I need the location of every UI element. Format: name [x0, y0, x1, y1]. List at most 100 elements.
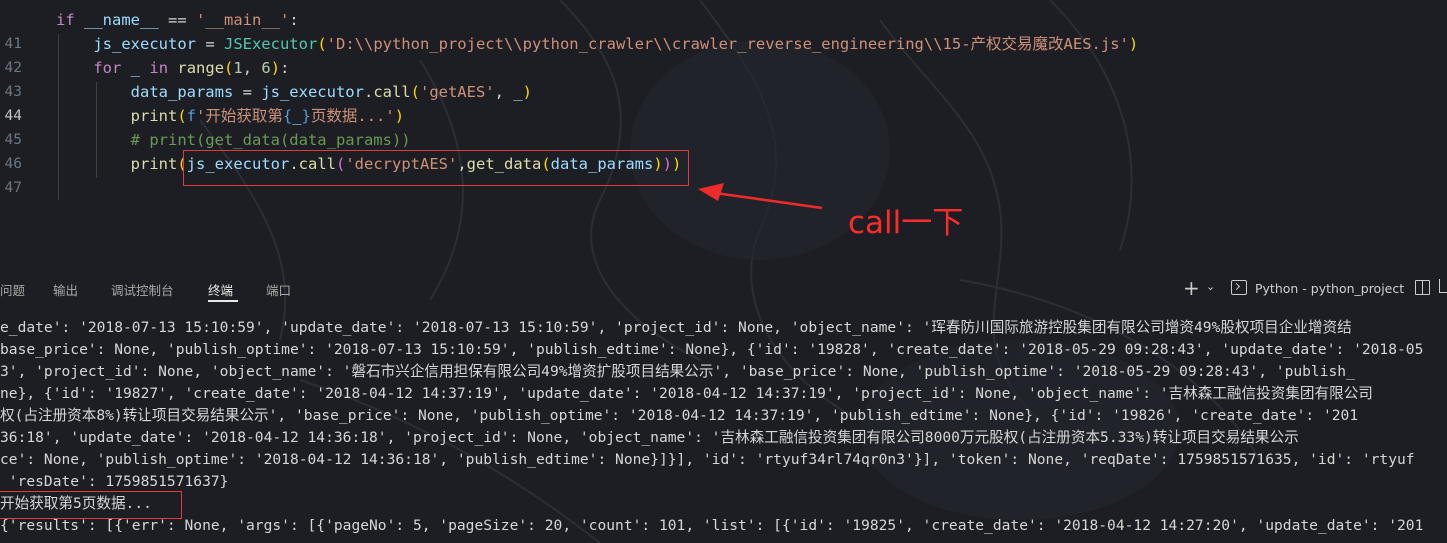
code-token: 'getAES': [419, 83, 495, 101]
code-token: (: [177, 107, 187, 125]
code-text: data_params = js_executor.call('getAES',…: [56, 80, 532, 104]
code-text: for _ in range(1, 6):: [56, 56, 289, 80]
code-token: '__main__': [196, 11, 290, 29]
line-number: 41: [4, 36, 22, 52]
code-token: __name__: [84, 11, 159, 29]
code-editor[interactable]: if __name__ == '__main__': 41 js_executor…: [0, 0, 1447, 268]
terminal-line: 权(占注册资本8%)转让项目交易结果公示', 'base_price': Non…: [0, 407, 1359, 424]
code-token: 页数据...': [310, 107, 395, 125]
trash-icon[interactable]: [1439, 279, 1447, 293]
terminal-line: {'results': [{'err': None, 'args': [{'pa…: [0, 517, 1424, 534]
code-text: js_executor = JSExecutor('D:\\python_pro…: [56, 32, 1138, 56]
code-token: ): [394, 107, 405, 125]
code-token: ): [1128, 35, 1139, 53]
terminal-line: ne}, {'id': '19827', 'create_date': '201…: [0, 385, 1373, 402]
code-token: f: [186, 107, 197, 125]
tab-output[interactable]: 输出: [53, 280, 78, 299]
terminal-line: base_price': None, 'publish_optime': '20…: [0, 341, 1424, 358]
code-token: (: [317, 35, 327, 53]
code-text: print(f'开始获取第{_}页数据...'): [56, 104, 404, 128]
code-token: 'D:\\python_project\\python_crawler\\cra…: [326, 35, 1129, 53]
code-token: =: [233, 83, 262, 101]
code-token: in: [149, 59, 169, 77]
code-token: ): [522, 83, 532, 101]
code-token: for: [93, 59, 122, 77]
code-token: JSExecutor: [223, 35, 318, 53]
code-token: :: [289, 11, 299, 29]
code-token: print: [130, 155, 178, 173]
line-number: 42: [4, 60, 22, 76]
code-token: # print(get_data(data_params)): [130, 131, 411, 149]
code-token: _: [292, 107, 302, 125]
code-token: }: [301, 107, 311, 125]
line-number: 46: [4, 156, 22, 172]
code-token: ): [270, 59, 281, 77]
annotation-text: call一下: [848, 205, 964, 241]
terminal-name[interactable]: Python - python_project: [1255, 281, 1404, 296]
terminal-line: e_date': '2018-07-13 15:10:59', 'update_…: [0, 319, 1352, 336]
code-token: ,: [494, 83, 514, 101]
split-terminal-icon[interactable]: [1415, 280, 1430, 295]
code-token: data_params: [130, 83, 234, 101]
line-number: 47: [4, 180, 22, 196]
code-token: (: [224, 59, 234, 77]
code-token: _: [513, 83, 523, 101]
code-token: 1: [233, 59, 243, 77]
code-line[interactable]: 42 for _ in range(1, 6):: [0, 56, 1447, 80]
code-token: range: [177, 59, 225, 77]
terminal-line: 36:18', 'update_date': '2018-04-12 14:36…: [0, 429, 1299, 446]
line-number: 43: [4, 84, 22, 100]
code-token: js_executor: [93, 35, 196, 53]
code-token: :: [280, 59, 290, 77]
code-line[interactable]: 44 print(f'开始获取第{_}页数据...'): [0, 104, 1447, 128]
tab-debug-console[interactable]: 调试控制台: [111, 280, 174, 299]
code-token: if: [56, 11, 75, 29]
line-number: 45: [4, 132, 22, 148]
code-token: {: [282, 107, 293, 125]
code-line[interactable]: 43 data_params = js_executor.call('getAE…: [0, 80, 1447, 104]
highlight-box-editor: [183, 150, 689, 186]
code-token: ,: [242, 59, 262, 77]
terminal-line: ce': None, 'publish_optime': '2018-04-12…: [0, 451, 1415, 468]
code-token: .: [363, 83, 374, 101]
terminal-line: 'resDate': 1759851571637}: [0, 473, 229, 490]
code-token: '开始获取第: [196, 107, 283, 125]
code-text: if __name__ == '__main__':: [56, 8, 299, 32]
red-arrow-icon: [698, 183, 823, 210]
active-tab-indicator: [208, 300, 238, 302]
code-line[interactable]: if __name__ == '__main__':: [0, 8, 1447, 32]
highlight-box-terminal: [0, 491, 182, 519]
chevron-down-icon[interactable]: ⌄: [1206, 280, 1215, 293]
code-text: # print(get_data(data_params)): [56, 128, 411, 152]
code-token: ==: [158, 11, 196, 29]
code-token: _: [130, 59, 141, 77]
code-token: =: [195, 35, 224, 53]
code-token: call: [373, 83, 411, 101]
panel-tab-bar: 问题 输出 调试控制台 终端 端口 + ⌄ Python - python_pr…: [0, 268, 1447, 308]
code-token: js_executor: [261, 83, 364, 101]
line-number: 44: [4, 108, 22, 124]
code-token: 6: [261, 59, 271, 77]
tab-terminal[interactable]: 终端: [208, 280, 233, 299]
plus-icon[interactable]: +: [1183, 276, 1200, 300]
terminal-line: 3', 'project_id': None, 'object_name': '…: [0, 363, 1355, 380]
terminal-output[interactable]: e_date': '2018-07-13 15:10:59', 'update_…: [0, 317, 1447, 543]
code-line[interactable]: 41 js_executor = JSExecutor('D:\\python_…: [0, 32, 1447, 56]
code-line[interactable]: 45 # print(get_data(data_params)): [0, 128, 1447, 152]
code-token: (: [410, 83, 420, 101]
tab-ports[interactable]: 端口: [266, 280, 291, 299]
code-token: print: [130, 107, 178, 125]
bottom-panel: 问题 输出 调试控制台 终端 端口 + ⌄ Python - python_pr…: [0, 268, 1447, 543]
terminal-icon: [1231, 280, 1247, 295]
tab-problems[interactable]: 问题: [0, 280, 25, 299]
